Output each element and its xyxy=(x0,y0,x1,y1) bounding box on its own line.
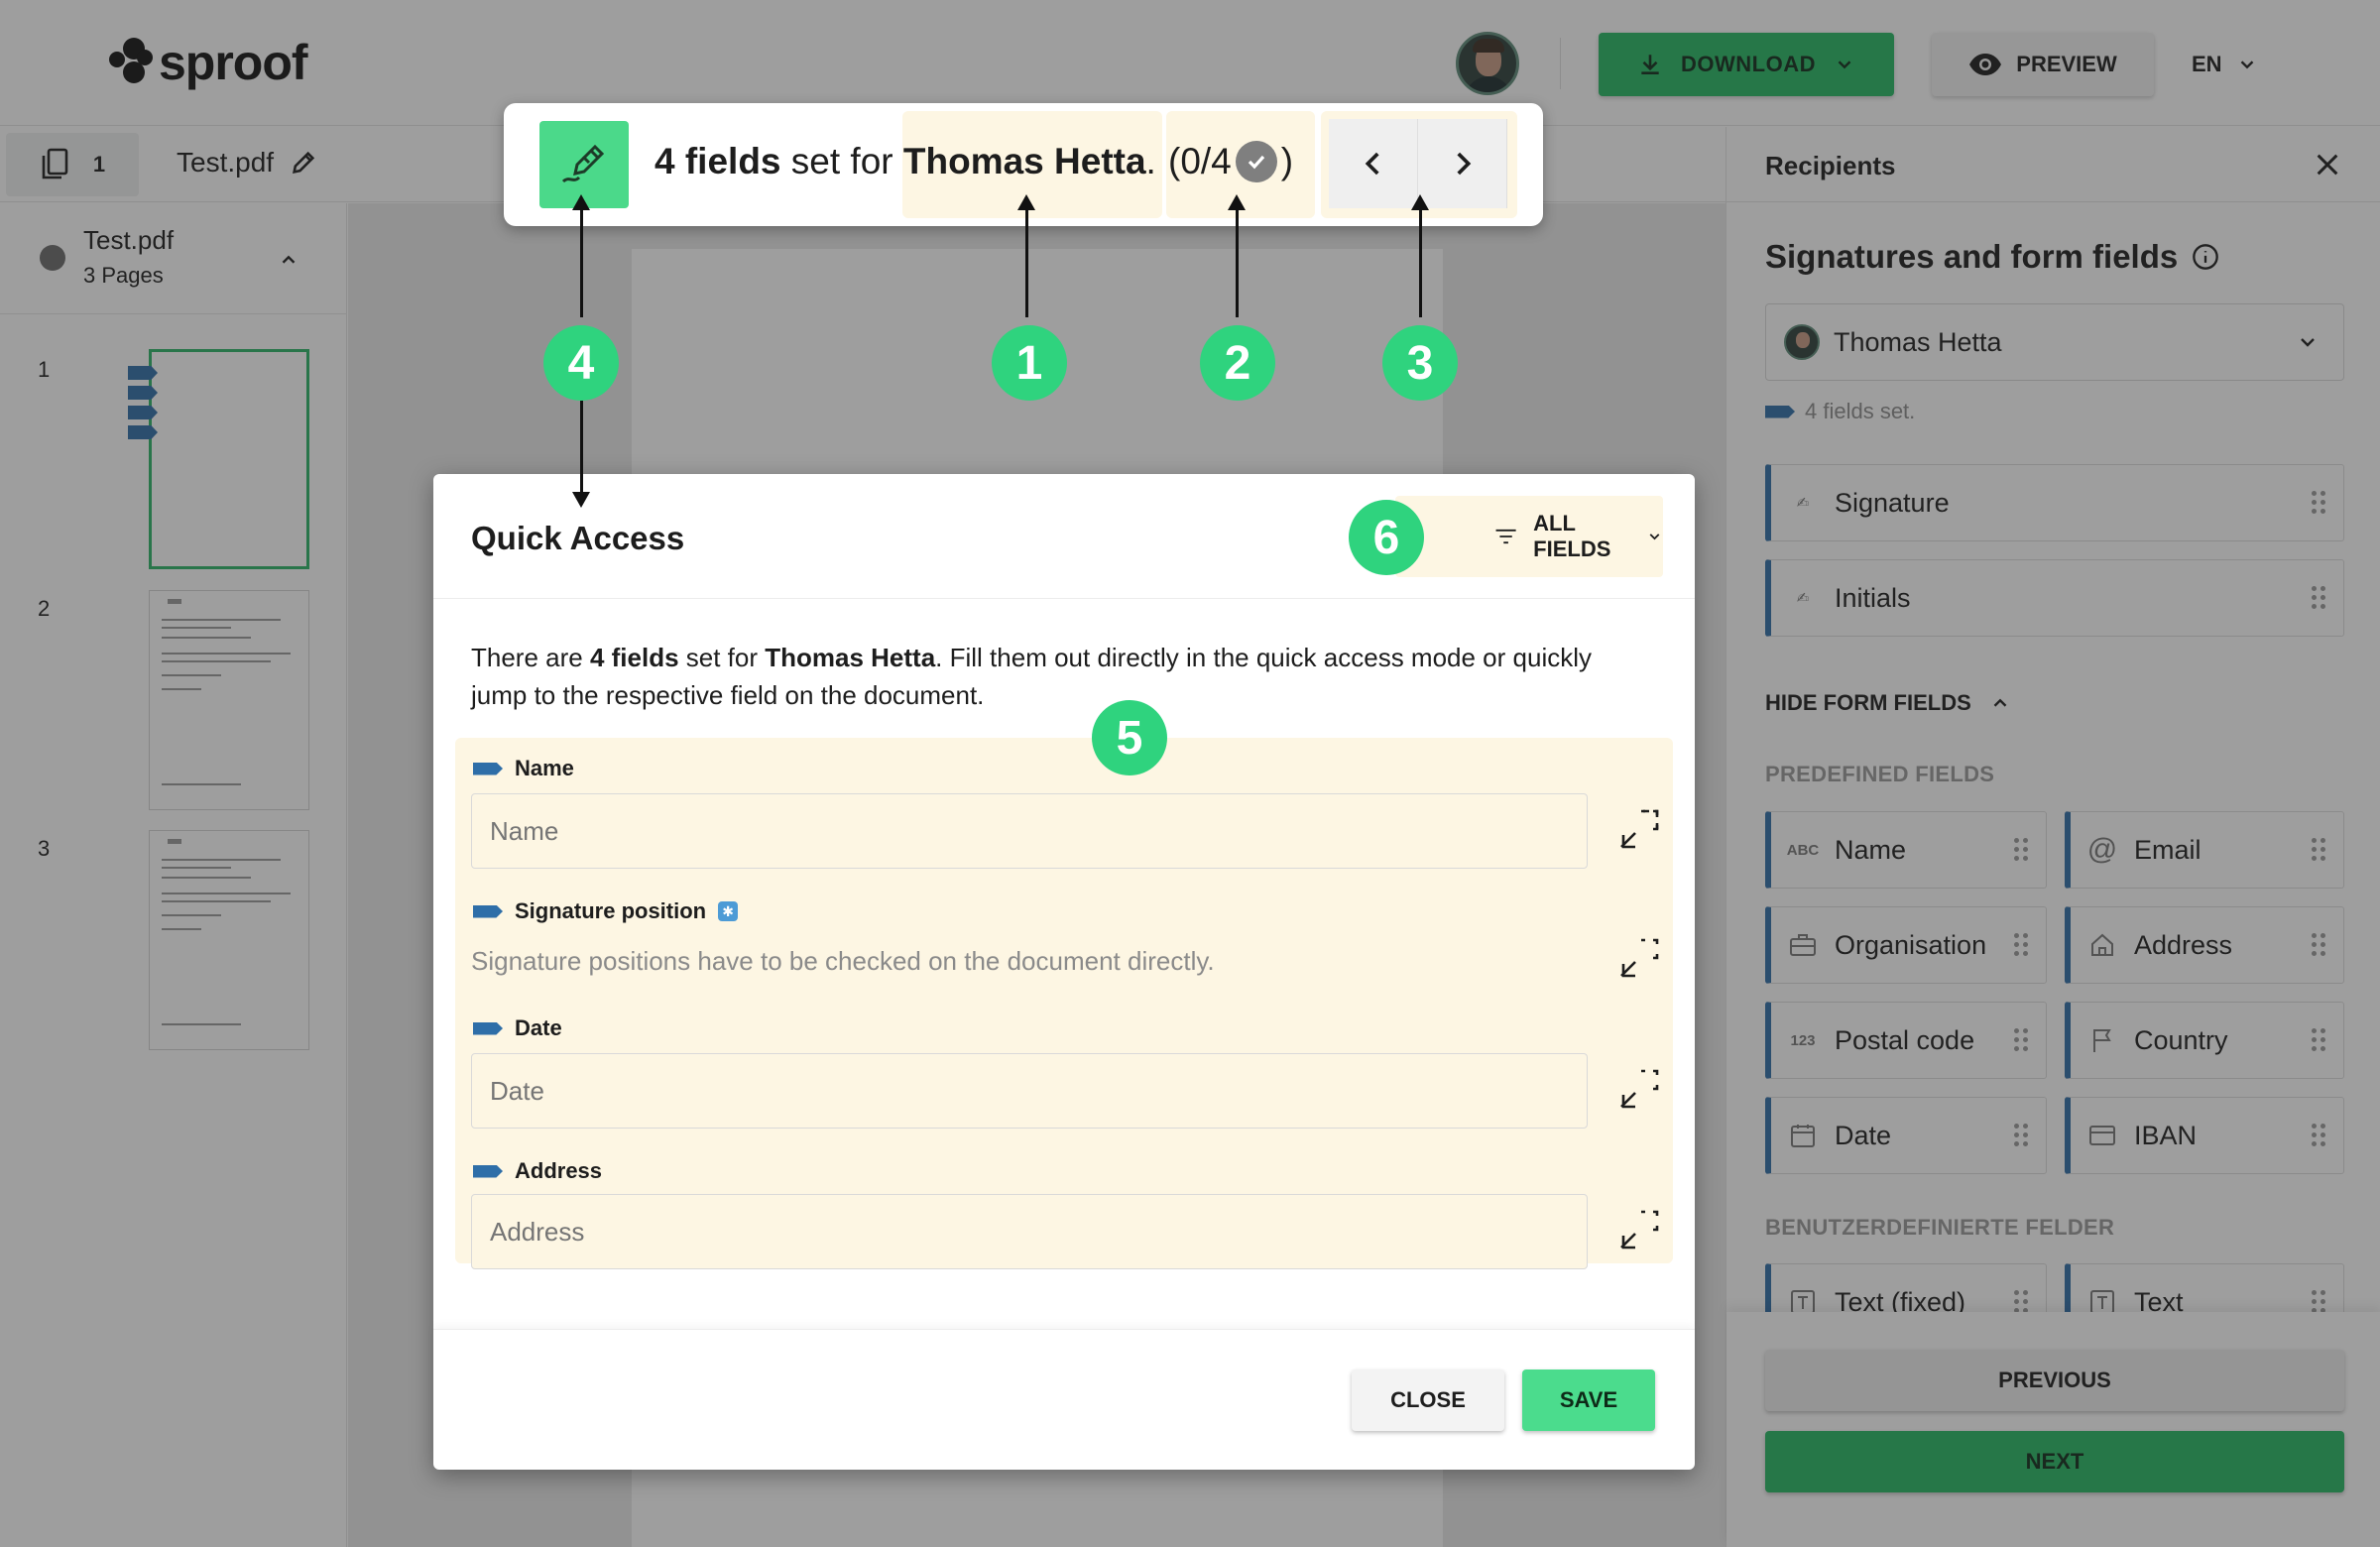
callout-badge: 3 xyxy=(1382,325,1458,401)
next-field-button[interactable] xyxy=(1418,119,1507,208)
callout-badge: 6 xyxy=(1349,500,1424,575)
intro-recipient: Thomas Hetta xyxy=(765,643,936,672)
modal-title: Quick Access xyxy=(471,520,685,556)
arrow-head-icon xyxy=(1228,194,1246,210)
intro-count: 4 fields xyxy=(589,643,679,672)
arrow-head-icon xyxy=(572,492,590,508)
intro-text: set for xyxy=(678,643,766,672)
arrow-head-icon xyxy=(1411,194,1429,210)
summary-period: . xyxy=(1145,141,1156,181)
arrow-head-icon xyxy=(1017,194,1035,210)
field-label: Date xyxy=(515,1015,562,1040)
field-label-row: Name xyxy=(473,756,574,781)
set-for-text: set for xyxy=(780,141,903,181)
chevron-left-icon xyxy=(1365,152,1379,176)
field-tag-icon xyxy=(473,1164,503,1178)
quick-access-field-list: Name Signature position ✱ Signature posi… xyxy=(455,738,1673,1269)
callout-arrow xyxy=(1419,204,1422,317)
chevron-down-icon xyxy=(1649,534,1660,540)
field-label: Address xyxy=(515,1158,603,1183)
field-label: Signature position xyxy=(515,898,707,923)
modal-intro: There are 4 fields set for Thomas Hetta.… xyxy=(471,639,1651,714)
info-icon[interactable]: ✱ xyxy=(718,901,739,921)
field-tag-icon xyxy=(473,1021,503,1035)
chevron-right-icon xyxy=(1456,152,1471,176)
progress-close: ) xyxy=(1280,141,1294,181)
fields-count-bold: 4 fields xyxy=(654,141,781,181)
field-label-row: Signature position ✱ xyxy=(473,898,739,924)
recipient-name: Thomas Hetta xyxy=(902,141,1146,181)
signature-position-note: Signature positions have to be checked o… xyxy=(471,946,1215,976)
close-button[interactable]: CLOSE xyxy=(1352,1369,1504,1431)
jump-to-field-icon[interactable] xyxy=(1617,936,1661,980)
address-input[interactable] xyxy=(471,1194,1588,1269)
callout-arrow xyxy=(1025,204,1028,317)
jump-to-field-icon[interactable] xyxy=(1617,1208,1661,1251)
field-label-row: Address xyxy=(473,1158,602,1184)
field-label-row: Date xyxy=(473,1015,562,1041)
field-tag-icon xyxy=(473,904,503,918)
pen-sign-icon xyxy=(561,144,605,183)
jump-to-field-icon[interactable] xyxy=(1617,807,1661,851)
filter-icon xyxy=(1495,529,1516,544)
previous-field-button[interactable] xyxy=(1329,119,1418,208)
quick-access-modal: Quick Access ALL FIELDS There are 4 fiel… xyxy=(433,474,1695,1470)
field-label: Name xyxy=(515,756,574,780)
callout-badge: 1 xyxy=(992,325,1067,401)
progress-open: (0/4 xyxy=(1168,141,1232,181)
callout-arrow xyxy=(1236,204,1239,317)
callout-badge: 5 xyxy=(1092,700,1167,775)
save-button[interactable]: SAVE xyxy=(1522,1369,1655,1431)
callout-arrow xyxy=(580,204,583,317)
progress-counter: (0/4 ) xyxy=(1168,141,1293,182)
check-icon xyxy=(1235,141,1277,182)
callout-arrow xyxy=(580,401,583,494)
callout-badge: 4 xyxy=(543,325,619,401)
modal-header: Quick Access ALL FIELDS xyxy=(433,474,1695,599)
field-tag-icon xyxy=(473,762,503,775)
intro-text: There are xyxy=(471,643,590,672)
callout-badge: 2 xyxy=(1200,325,1275,401)
field-filter-dropdown[interactable]: ALL FIELDS xyxy=(1395,496,1663,577)
fields-summary: 4 fields set for Thomas Hetta . xyxy=(654,141,1156,182)
date-input[interactable] xyxy=(471,1053,1588,1129)
arrow-head-icon xyxy=(572,194,590,210)
jump-to-field-icon[interactable] xyxy=(1617,1067,1661,1111)
name-input[interactable] xyxy=(471,793,1588,869)
filter-label: ALL FIELDS xyxy=(1533,511,1611,561)
modal-footer: CLOSE SAVE xyxy=(433,1329,1695,1470)
